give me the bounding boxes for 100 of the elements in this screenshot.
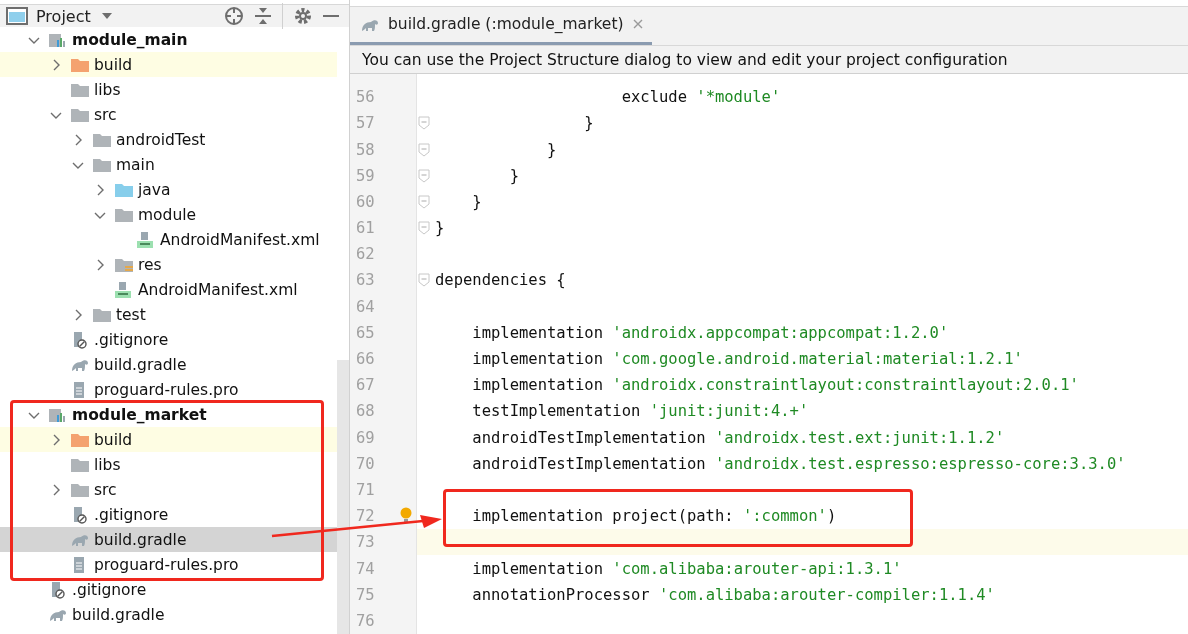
tree-item-label: androidTest (116, 130, 206, 149)
code-line: } (545, 140, 557, 159)
line-number: 67 (355, 376, 376, 395)
fold-marker-icon[interactable] (418, 142, 430, 157)
banner-text: You can use the Project Structure dialog to view and edit your project configuration (362, 50, 1008, 69)
fold-marker-icon[interactable] (418, 116, 430, 131)
fold-marker-icon[interactable] (418, 273, 430, 288)
line-number: 60 (355, 192, 376, 211)
tree-row[interactable]: build (0, 52, 337, 77)
tree-row[interactable]: java (0, 177, 337, 202)
line-number: 59 (355, 166, 376, 185)
tree-item-label: libs (94, 80, 121, 99)
line-number: 64 (355, 297, 376, 316)
tree-item-label: test (116, 305, 146, 324)
line-number: 62 (355, 245, 376, 264)
code-line: implementation project(path: ':common') (471, 507, 837, 526)
fold-marker-icon[interactable] (418, 221, 430, 236)
tree-item-label: src (94, 480, 117, 499)
tree-item-label: .gitignore (94, 505, 169, 524)
tree-item-label: AndroidManifest.xml (138, 280, 298, 299)
dropdown-caret-icon[interactable] (100, 12, 113, 20)
scrollbar[interactable] (337, 360, 349, 634)
fold-marker-icon[interactable] (418, 194, 430, 209)
line-number: 73 (355, 533, 376, 552)
tree-row[interactable]: test (0, 302, 337, 327)
code-line: } (508, 166, 519, 185)
code-line: testImplementation 'junit:junit:4.+' (471, 402, 809, 421)
tree-item-label: module_main (72, 30, 188, 49)
tree-item-label: module_market (72, 405, 207, 424)
tree-row[interactable]: main (0, 152, 337, 177)
project-view-dropdown[interactable]: Project (36, 6, 91, 26)
tree-item-label: .gitignore (94, 330, 169, 349)
tree-item-label: AndroidManifest.xml (160, 230, 320, 249)
line-number: 69 (355, 428, 376, 447)
tree-row[interactable]: androidTest (0, 127, 337, 152)
code-line: annotationProcessor 'com.alibaba:arouter-compiler:1.1.4' (471, 585, 995, 604)
line-number: 72 (355, 507, 376, 526)
settings-icon[interactable] (293, 6, 313, 26)
tree-row[interactable]: AndroidManifest.xml (0, 227, 337, 252)
window-icon (6, 7, 28, 25)
tree-item-label: build.gradle (94, 530, 187, 549)
close-icon[interactable] (631, 18, 644, 30)
tree-row[interactable]: build.gradle (0, 352, 337, 377)
line-number: 70 (355, 454, 376, 473)
code-line: implementation 'androidx.appcompat:appcompat:1.2.0' (471, 323, 949, 342)
tree-item-label: res (138, 255, 162, 274)
tab-label: build.gradle (:module_market) (388, 15, 624, 33)
tree-item-label: build (94, 55, 133, 74)
line-number: 75 (355, 585, 376, 604)
tree-row[interactable]: proguard-rules.pro (0, 552, 337, 577)
collapse-all-icon[interactable] (254, 6, 272, 26)
tree-item-label: build.gradle (72, 605, 165, 624)
code-line: implementation 'androidx.constraintlayout:constraintlayout:2.0.1' (471, 376, 1079, 395)
tree-row[interactable]: .gitignore (0, 327, 337, 352)
tree-row[interactable]: build.gradle (0, 602, 337, 627)
code-line: } (435, 219, 445, 238)
line-number: 74 (355, 559, 376, 578)
tree-item-label: .gitignore (72, 580, 147, 599)
tree-row[interactable]: libs (0, 452, 337, 477)
tree-item-label: build (94, 430, 133, 449)
tree-row[interactable]: module_market (0, 402, 337, 427)
tree-row[interactable]: src (0, 477, 337, 502)
code-line: exclude '*module' (620, 88, 781, 107)
locate-icon[interactable] (224, 6, 244, 26)
tree-row[interactable]: module_main (0, 27, 337, 52)
minimize-icon[interactable] (323, 14, 339, 18)
code-line: implementation 'com.google.android.material:material:1.2.1' (471, 350, 1023, 369)
tree-row[interactable]: module (0, 202, 337, 227)
line-number: 61 (355, 219, 376, 238)
code-line: implementation 'com.alibaba:arouter-api:1.3.1' (471, 559, 902, 578)
tree-item-label: module (138, 205, 197, 224)
tree-row[interactable]: libs (0, 77, 337, 102)
code-line: androidTestImplementation 'androidx.test.ext:junit:1.1.2' (471, 428, 1005, 447)
code-line: } (583, 114, 594, 133)
line-number: 65 (355, 323, 376, 342)
tree-item-label: java (138, 180, 171, 199)
tree-row[interactable]: .gitignore (0, 502, 337, 527)
tree-row[interactable]: build (0, 427, 337, 452)
tree-item-label: libs (94, 455, 121, 474)
line-number: 71 (355, 480, 376, 499)
manifest-file-icon (136, 230, 156, 249)
line-number: 58 (355, 140, 376, 159)
line-number: 63 (355, 271, 376, 290)
tree-item-label: proguard-rules.pro (94, 380, 239, 399)
tree-row[interactable]: .gitignore (0, 577, 337, 602)
selected-tree-row[interactable]: build.gradle (0, 527, 337, 552)
line-number: 56 (355, 88, 376, 107)
fold-marker-icon[interactable] (418, 168, 430, 183)
tree-item-label: main (116, 155, 155, 174)
tree-row[interactable]: proguard-rules.pro (0, 377, 337, 402)
tree-item-label: build.gradle (94, 355, 187, 374)
tree-item-label: src (94, 105, 117, 124)
tree-row[interactable]: src (0, 102, 337, 127)
tree-row[interactable]: res (0, 252, 337, 277)
code-line: androidTestImplementation 'androidx.test.espresso:espresso-core:3.3.0' (471, 454, 1126, 473)
tree-item-label: proguard-rules.pro (94, 555, 239, 574)
line-number: 68 (355, 402, 376, 421)
line-number: 57 (355, 114, 376, 133)
code-line: } (471, 192, 482, 211)
tree-row[interactable]: AndroidManifest.xml (0, 277, 337, 302)
